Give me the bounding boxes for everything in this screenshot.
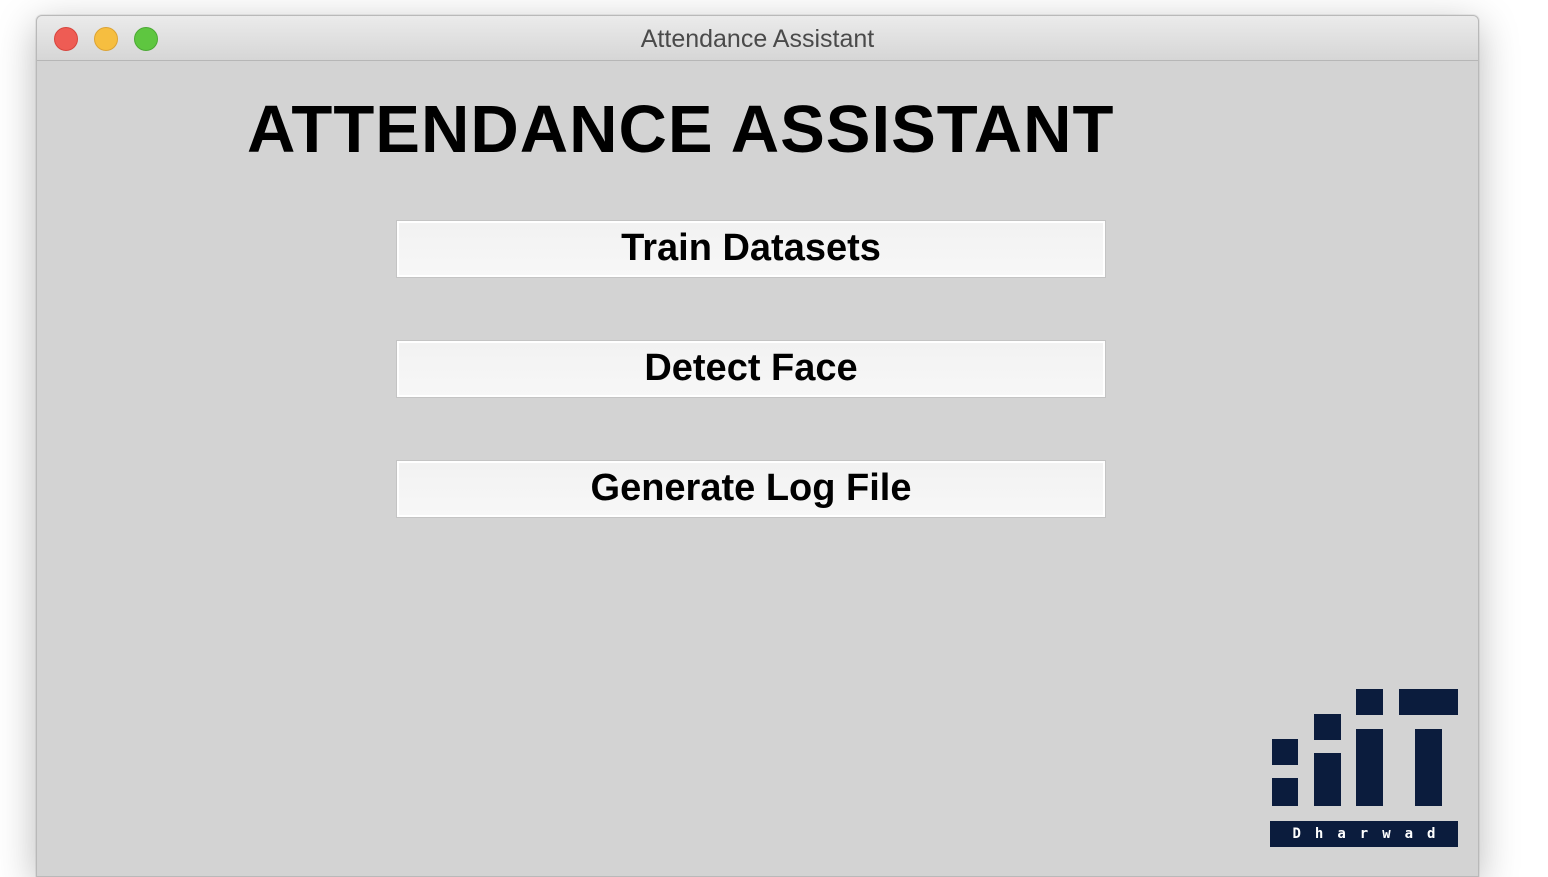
logo-block (1415, 729, 1442, 806)
logo-block (1272, 778, 1298, 806)
iit-dharwad-logo: Dharwad (1270, 689, 1460, 854)
logo-block (1356, 729, 1383, 806)
detect-face-button[interactable]: Detect Face (396, 340, 1106, 398)
logo-block (1314, 714, 1341, 740)
logo-block (1314, 753, 1341, 806)
window-title: Attendance Assistant (640, 25, 875, 53)
generate-log-file-button[interactable]: Generate Log File (396, 460, 1106, 518)
main-content: ATTENDANCE ASSISTANT Train Datasets Dete… (37, 61, 1478, 876)
app-window: Attendance Assistant ATTENDANCE ASSISTAN… (36, 15, 1479, 877)
logo-block (1272, 739, 1298, 765)
title-bar[interactable]: Attendance Assistant (37, 16, 1478, 61)
page-title: ATTENDANCE ASSISTANT (247, 92, 1115, 167)
logo-caption: Dharwad (1292, 826, 1450, 842)
logo-block (1356, 689, 1383, 715)
logo-block (1399, 689, 1458, 715)
train-datasets-button[interactable]: Train Datasets (396, 220, 1106, 278)
